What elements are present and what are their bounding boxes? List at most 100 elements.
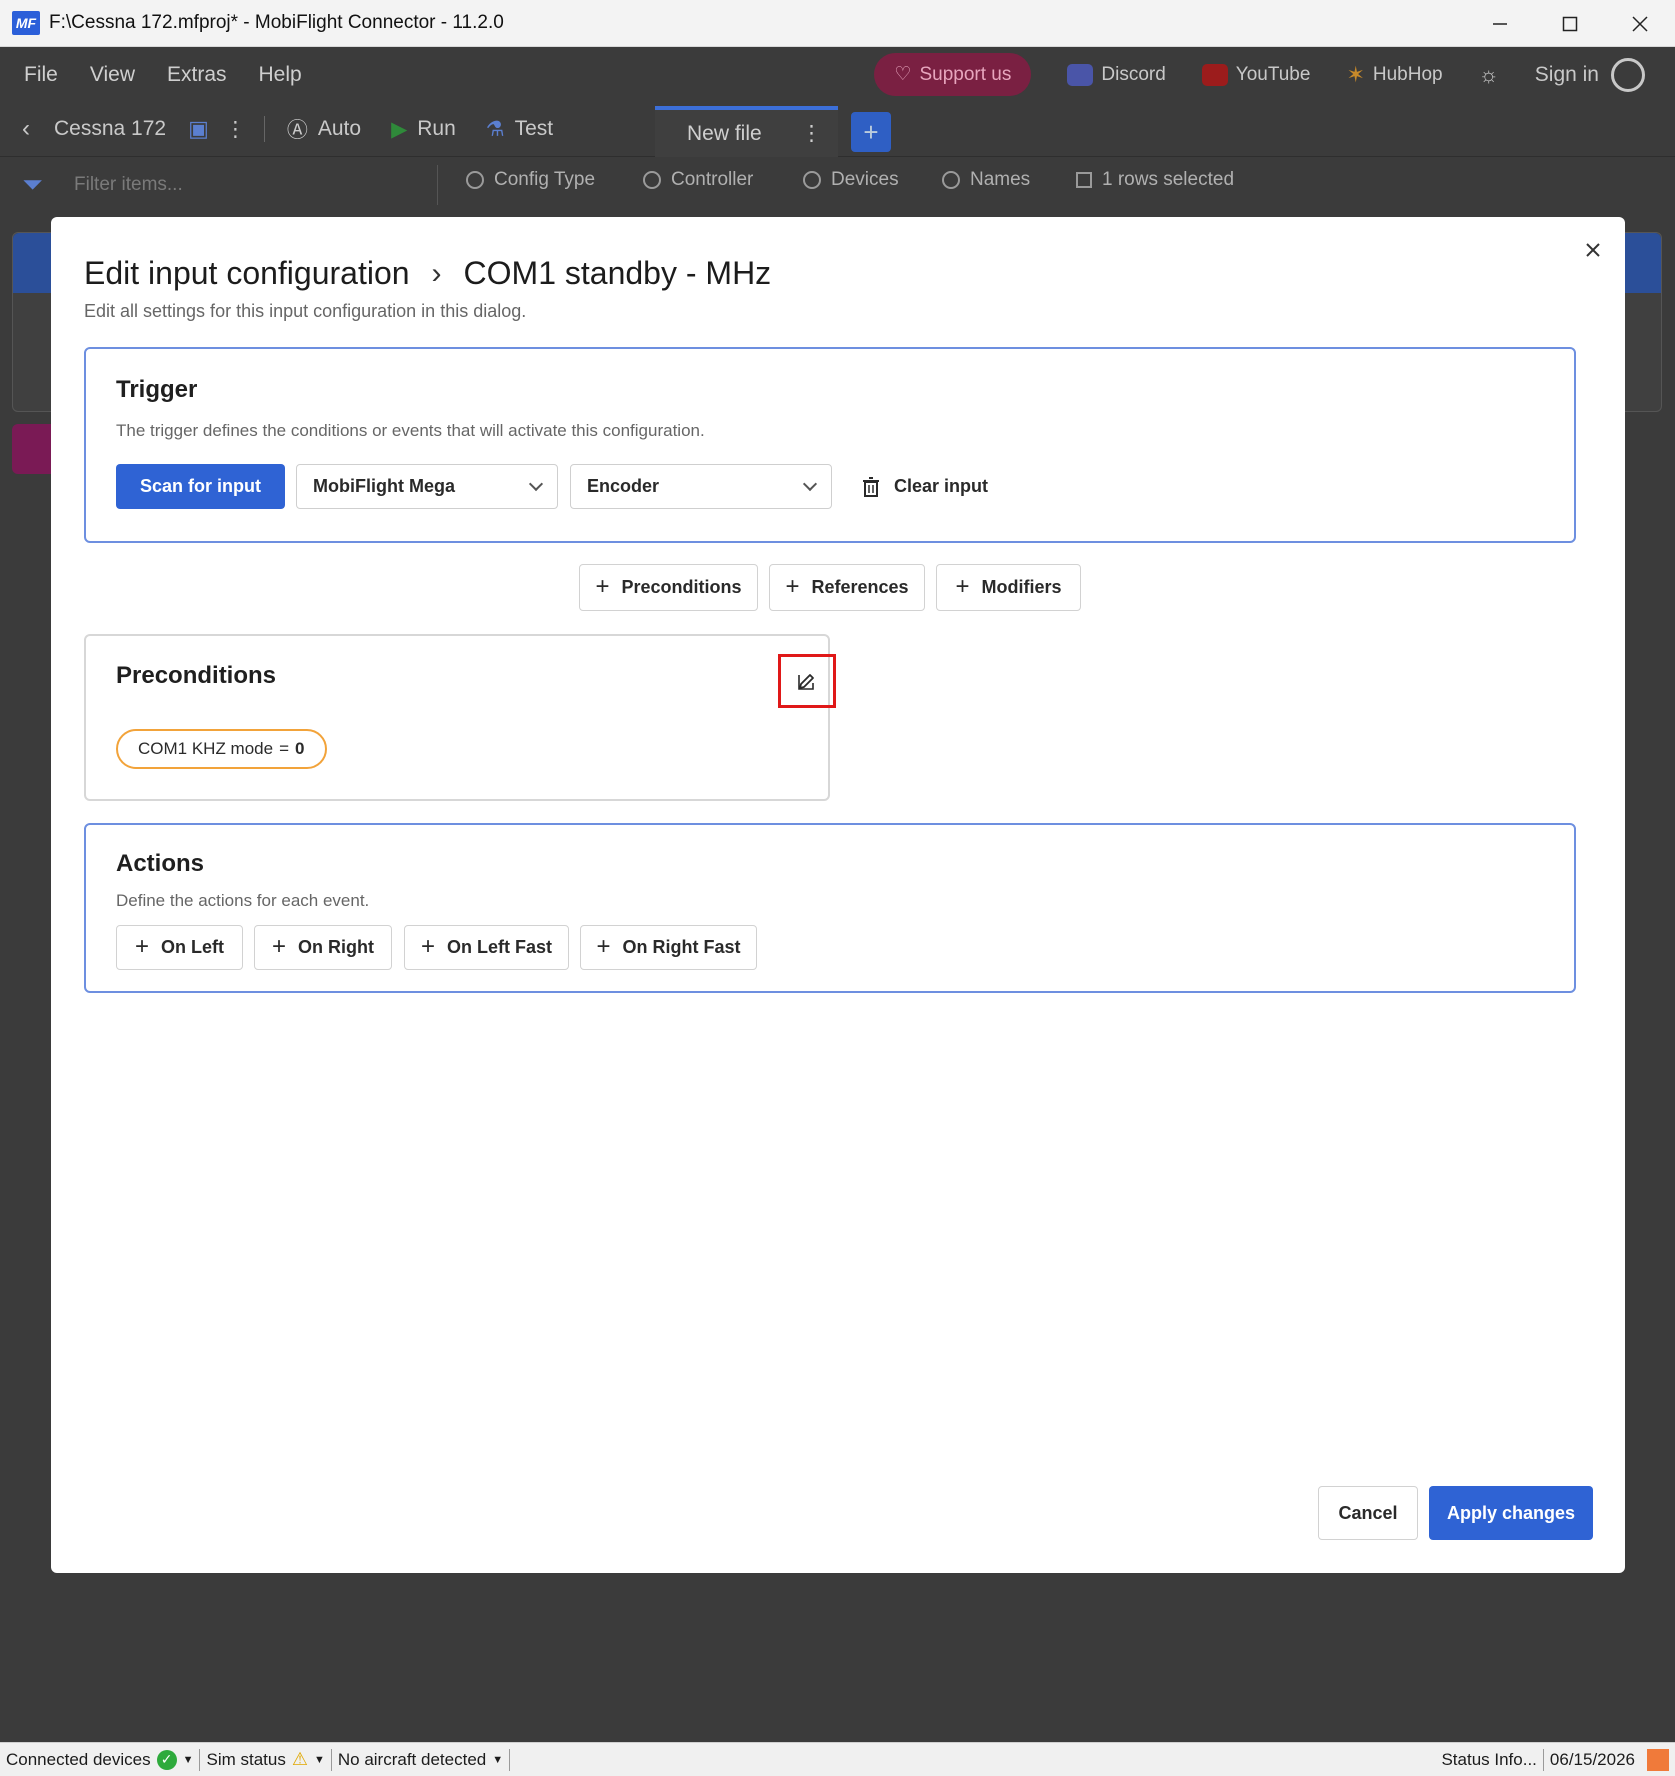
config-type-filter[interactable]: Config Type [466,169,595,191]
youtube-link[interactable]: YouTube [1201,63,1310,86]
sign-in-button[interactable]: Sign in [1535,57,1645,92]
add-circle-icon [466,171,484,189]
precondition-chip[interactable]: COM1 KHZ mode = 0 [116,729,327,769]
preconditions-heading: Preconditions [116,662,277,689]
theme-toggle-icon[interactable]: ☼ [1479,62,1499,88]
test-button[interactable]: ⚗ Test [486,117,553,142]
test-label: Test [514,117,554,140]
heart-icon: ♡ [894,64,912,85]
on-right-fast-label: On Right Fast [622,937,741,957]
device-select-value: MobiFlight Mega [313,476,455,496]
input-type-select[interactable]: Encoder [570,464,832,509]
caret-down-icon: ▼ [492,1753,504,1766]
edit-preconditions-button[interactable] [778,654,836,708]
filter-bar: ⏷ Filter items... Config Type Controller… [0,157,1675,212]
support-us-button[interactable]: ♡ Support us [874,53,1032,96]
controller-filter[interactable]: Controller [643,169,753,191]
hubhop-link[interactable]: ✶ HubHop [1346,62,1442,88]
run-button[interactable]: ▶ Run [391,117,456,142]
cancel-button[interactable]: Cancel [1318,1486,1418,1540]
trigger-card: Trigger The trigger defines the conditio… [84,347,1576,543]
names-label: Names [970,169,1031,190]
close-icon [1586,243,1600,257]
dialog-breadcrumb: COM1 standby - MHz [463,255,772,291]
mobiflight-status-icon [1647,1749,1669,1771]
auto-icon: Ⓐ [286,119,308,142]
apply-changes-button[interactable]: Apply changes [1429,1486,1593,1540]
dialog-title-text: Edit input configuration [84,255,410,291]
menu-view[interactable]: View [90,63,135,87]
menubar: File View Extras Help ♡ Support us Disco… [0,47,1675,102]
edit-icon [798,674,814,690]
names-filter[interactable]: Names [942,169,1030,191]
rows-selected-indicator: 1 rows selected [1076,169,1234,191]
trash-icon [863,476,879,497]
hubhop-label: HubHop [1372,63,1443,85]
actions-card: Actions Define the actions for each even… [84,823,1576,993]
on-right-fast-button[interactable]: + On Right Fast [580,925,757,970]
maximize-button[interactable] [1535,0,1605,47]
rows-selected-label: 1 rows selected [1102,169,1235,190]
connected-devices-status[interactable]: Connected devices ✓ ▼ [0,1748,201,1771]
filter-icon: ⏷ [22,169,43,199]
add-references-button[interactable]: + References [769,564,925,611]
status-info-label: Status Info... [1441,1750,1537,1769]
status-bar-right: Status Info... 06/15/2026 [1435,1743,1675,1776]
avatar-icon [1611,57,1645,92]
clear-input-button[interactable]: Clear input [862,464,988,509]
add-tab-button[interactable]: + [851,112,891,152]
tab-new-file[interactable]: New file ⋮ [655,106,838,157]
select-box-icon [1076,172,1092,188]
dialog-subtitle: Edit all settings for this input configu… [84,301,527,321]
close-window-button[interactable] [1605,0,1675,47]
auto-button[interactable]: Ⓐ Auto [287,114,361,144]
on-left-button[interactable]: + On Left [116,925,243,970]
on-left-fast-button[interactable]: + On Left Fast [404,925,569,970]
tab-menu-icon[interactable]: ⋮ [801,121,822,146]
add-modifiers-button[interactable]: + Modifiers [936,564,1081,611]
add-circle-icon [803,171,821,189]
project-name: Cessna 172 [54,117,167,140]
chevron-down-icon [802,476,818,491]
plus-icon: + [955,572,970,600]
add-preconditions-button[interactable]: + Preconditions [579,564,758,611]
plus-icon: + [420,932,435,960]
aircraft-status[interactable]: No aircraft detected ▼ [332,1748,511,1771]
filter-input[interactable]: Filter items... [62,165,438,205]
status-bar: Connected devices ✓ ▼ Sim status ⚠ ▼ No … [0,1742,1675,1776]
on-left-label: On Left [161,937,224,957]
back-arrow-icon[interactable]: ‹ [22,115,30,143]
discord-link[interactable]: Discord [1067,63,1166,86]
save-icon[interactable]: ▣ [188,116,209,142]
caret-down-icon: ▼ [313,1753,325,1766]
status-info[interactable]: Status Info... [1435,1749,1544,1771]
precondition-operator: = [279,739,290,758]
window-title: F:\Cessna 172.mfproj* - MobiFlight Conne… [49,12,504,33]
devices-filter[interactable]: Devices [803,169,899,191]
dialog-close-button[interactable] [1585,237,1601,265]
minimize-button[interactable] [1465,0,1535,47]
dialog-title: Edit input configuration › COM1 standby … [84,255,771,292]
youtube-icon [1201,63,1228,86]
device-select[interactable]: MobiFlight Mega [296,464,558,509]
menu-extras[interactable]: Extras [167,63,227,87]
run-label: Run [417,117,456,140]
play-icon: ▶ [391,117,408,141]
menu-help[interactable]: Help [259,63,302,87]
precondition-value: 0 [295,739,305,758]
on-right-button[interactable]: + On Right [254,925,392,970]
add-circle-icon [643,171,661,189]
plus-icon: + [863,116,879,147]
on-right-label: On Right [298,937,374,957]
add-preconditions-label: Preconditions [621,577,742,597]
on-left-fast-label: On Left Fast [447,937,553,957]
project-menu-icon[interactable]: ⋮ [225,117,246,142]
edit-input-dialog: Edit input configuration › COM1 standby … [51,217,1625,1573]
maximize-icon [1562,16,1578,31]
config-type-label: Config Type [494,169,596,190]
scan-for-input-button[interactable]: Scan for input [116,464,285,509]
sim-status-label: Sim status [206,1749,286,1769]
sim-status[interactable]: Sim status ⚠ ▼ [200,1748,332,1771]
add-references-label: References [811,577,909,597]
menu-file[interactable]: File [24,63,58,87]
